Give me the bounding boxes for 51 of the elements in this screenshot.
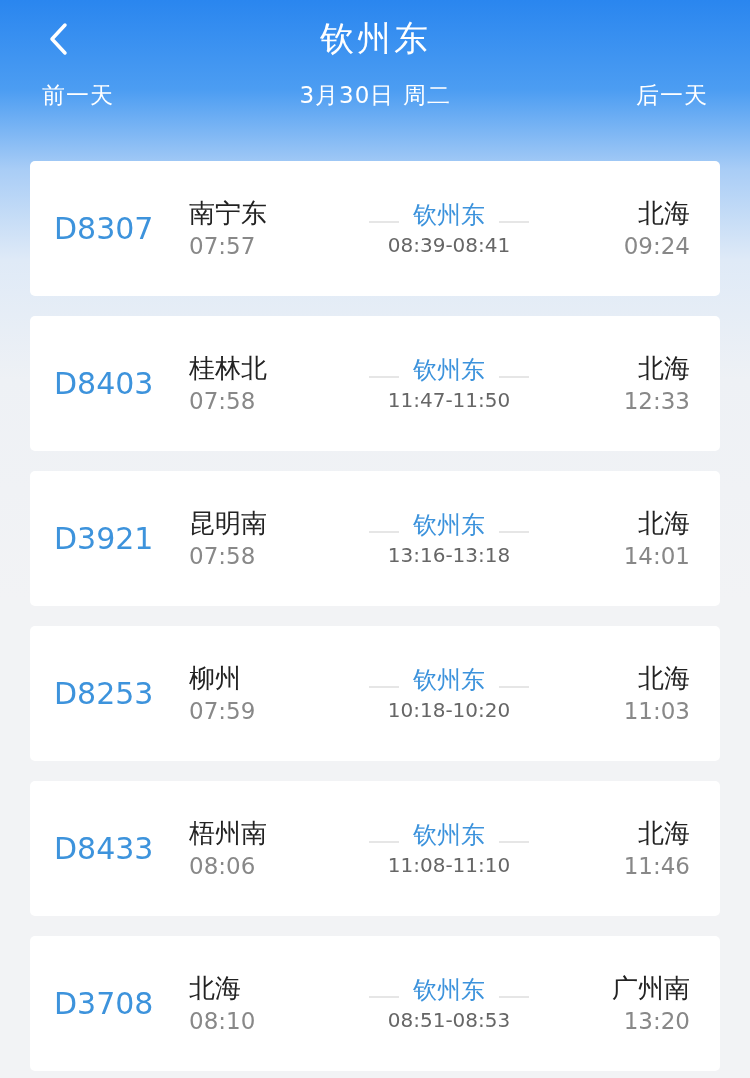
train-card[interactable]: D8403 桂林北 07:58 钦州东 11:47-11:50 北海 12:33 — [30, 316, 720, 451]
stop-time: 08:51-08:53 — [387, 1006, 511, 1034]
arrival-station: 北海 — [637, 661, 690, 695]
train-card[interactable]: D8307 南宁东 07:57 钦州东 08:39-08:41 北海 09:24 — [30, 161, 720, 296]
departure-time: 07:59 — [189, 696, 257, 726]
train-number: D3921 — [54, 521, 155, 556]
stop-time: 11:08-11:10 — [387, 851, 511, 879]
train-card[interactable]: D8253 柳州 07:59 钦州东 10:18-10:20 北海 11:03 — [30, 626, 720, 761]
departure-station: 南宁东 — [189, 196, 268, 230]
train-card[interactable]: D3708 北海 08:10 钦州东 08:51-08:53 广州南 13:20 — [30, 936, 720, 1071]
departure-time: 08:06 — [189, 851, 257, 881]
arrival-station: 广州南 — [611, 971, 690, 1005]
current-station: 钦州东 — [413, 819, 485, 851]
arrival-station: 北海 — [637, 196, 690, 230]
departure-station: 柳州 — [189, 661, 242, 695]
stop-time: 11:47-11:50 — [387, 386, 511, 414]
train-number: D8307 — [54, 211, 155, 246]
current-station: 钦州东 — [413, 664, 485, 696]
departure-time: 07:57 — [189, 231, 257, 261]
current-station: 钦州东 — [413, 354, 485, 386]
departure-station: 梧州南 — [189, 816, 268, 850]
departure-time: 08:10 — [189, 1006, 257, 1036]
train-number: D3708 — [54, 986, 155, 1021]
arrival-time: 13:20 — [622, 1006, 690, 1036]
arrival-station: 北海 — [637, 351, 690, 385]
arrival-time: 14:01 — [622, 541, 690, 571]
back-icon[interactable] — [48, 22, 68, 56]
stop-time: 13:16-13:18 — [387, 541, 511, 569]
arrival-station: 北海 — [637, 506, 690, 540]
train-number: D8403 — [54, 366, 155, 401]
current-station: 钦州东 — [413, 974, 485, 1006]
stop-time: 08:39-08:41 — [387, 231, 511, 259]
departure-station: 桂林北 — [189, 351, 268, 385]
current-station: 钦州东 — [413, 199, 485, 231]
stop-time: 10:18-10:20 — [387, 696, 511, 724]
train-card[interactable]: D3921 昆明南 07:58 钦州东 13:16-13:18 北海 14:01 — [30, 471, 720, 606]
arrival-time: 12:33 — [622, 386, 690, 416]
departure-time: 07:58 — [189, 386, 257, 416]
arrival-station: 北海 — [637, 816, 690, 850]
departure-station: 北海 — [189, 971, 242, 1005]
arrival-time: 11:46 — [622, 851, 690, 881]
train-card[interactable]: D8433 梧州南 08:06 钦州东 11:08-11:10 北海 11:46 — [30, 781, 720, 916]
departure-station: 昆明南 — [189, 506, 268, 540]
arrival-time: 09:24 — [622, 231, 690, 261]
page-title: 钦州东 — [319, 17, 431, 60]
date-label: 3月30日 周二 — [299, 81, 451, 110]
departure-time: 07:58 — [189, 541, 257, 571]
current-station: 钦州东 — [413, 509, 485, 541]
train-number: D8433 — [54, 831, 155, 866]
train-number: D8253 — [54, 676, 155, 711]
arrival-time: 11:03 — [622, 696, 690, 726]
